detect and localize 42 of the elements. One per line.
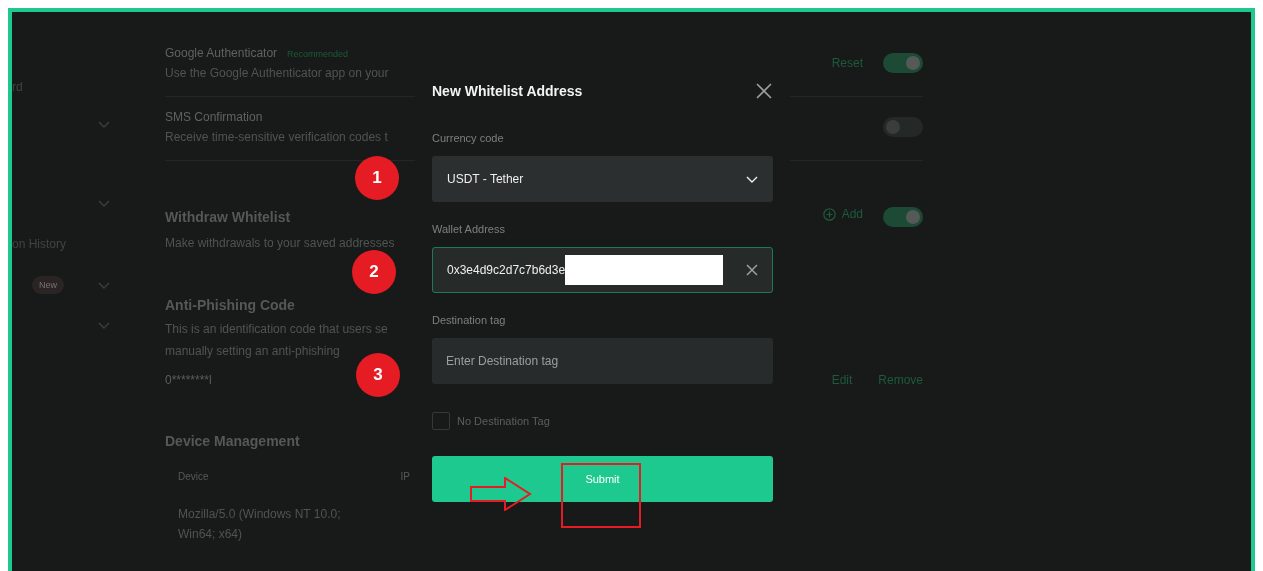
- field-label: Destination tag: [432, 314, 507, 328]
- add-link[interactable]: Add: [841, 207, 863, 221]
- dialog-title: New Whitelist Address: [432, 83, 583, 99]
- setting-title: Google Authenticator: [165, 45, 278, 62]
- setting-title: SMS Confirmation: [165, 109, 263, 126]
- toggle-switch[interactable]: [883, 53, 923, 73]
- currency-dropdown[interactable]: USDT - Tether: [432, 156, 773, 202]
- section-description: manually setting an anti-phishing: [165, 343, 340, 360]
- step-marker: 1: [355, 156, 399, 200]
- new-badge: New: [32, 276, 64, 294]
- add-icon: [822, 207, 836, 221]
- section-title: Anti-Phishing Code: [165, 296, 296, 315]
- setting-description: Use the Google Authenticator app on your: [165, 65, 389, 82]
- close-button[interactable]: [755, 82, 773, 100]
- toggle-switch[interactable]: [883, 117, 923, 137]
- chevron-icon: [98, 281, 110, 289]
- field-label: Wallet Address: [432, 223, 506, 237]
- table-cell-text: Mozilla/5.0 (Windows NT 10.0; Win64; x64): [178, 506, 342, 543]
- section-description: Make withdrawals to your saved addresses: [165, 235, 395, 252]
- column-header: Device: [178, 471, 209, 482]
- destination-field[interactable]: Enter Destination tag: [432, 338, 773, 384]
- action-link[interactable]: Remove: [878, 373, 923, 387]
- column-header: IP: [400, 471, 410, 482]
- clear-icon[interactable]: [746, 264, 758, 276]
- checkbox-label: No Destination Tag: [457, 415, 550, 427]
- phishing-code: 0********l: [165, 373, 212, 387]
- checkbox[interactable]: [432, 412, 450, 430]
- action-link[interactable]: Edit: [831, 373, 853, 387]
- address-field[interactable]: 0x3e4d9c2d7c7b6d3e: [432, 247, 773, 293]
- step-marker: 2: [352, 250, 396, 294]
- arrow-annotation: [470, 477, 532, 511]
- submit-button[interactable]: Submit: [432, 456, 773, 502]
- reset-link[interactable]: Reset: [831, 56, 863, 70]
- chevron-icon: [746, 175, 758, 183]
- recommended-tag: Recommended: [287, 44, 349, 64]
- chevron-icon: [98, 120, 110, 128]
- chevron-icon: [98, 321, 110, 329]
- toggle-switch[interactable]: [883, 207, 923, 227]
- section-title: Device Management: [165, 432, 301, 451]
- step-marker: 3: [356, 353, 400, 397]
- field-label: Currency code: [432, 132, 505, 146]
- chevron-icon: [98, 199, 110, 207]
